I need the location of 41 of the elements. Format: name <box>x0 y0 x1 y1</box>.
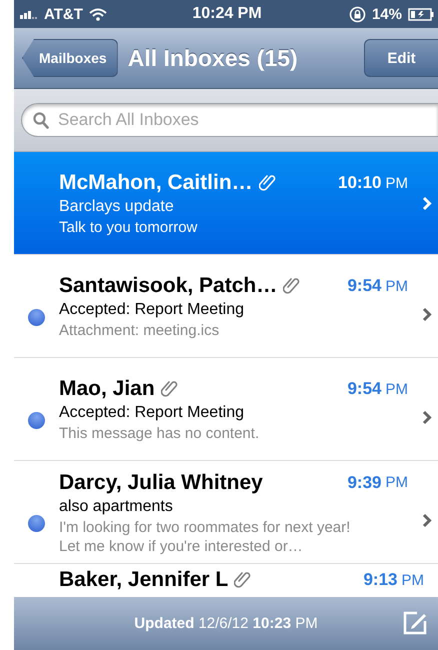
message-subject: Accepted: Report Meeting <box>59 404 245 422</box>
sender-name: Santawisook, Patch… <box>59 274 278 298</box>
search-field[interactable]: Search All Inboxes <box>21 103 438 137</box>
time-period: PM <box>386 174 408 192</box>
time-period: PM <box>402 572 424 588</box>
update-status: Updated 12/6/12 10:23 PM <box>134 615 318 632</box>
rotation-lock-icon <box>348 6 366 22</box>
sender-name: Darcy, Julia Whitney <box>59 470 263 494</box>
time-period: PM <box>386 474 408 491</box>
chevron-icon <box>422 306 432 322</box>
message-preview: Attachment: meeting.ics <box>59 321 220 340</box>
carrier-name: AT&T <box>44 6 83 22</box>
edit-button[interactable]: Edit <box>364 39 438 77</box>
signal-icon <box>20 9 38 19</box>
sender-name: McMahon, Caitlin… <box>59 171 253 195</box>
message-time: 9:54 <box>347 276 382 296</box>
message-preview: Talk to you tomorrow <box>59 218 198 237</box>
sender-name: Baker, Jennifer L <box>59 568 228 592</box>
wifi-icon <box>88 8 107 20</box>
chevron-icon <box>422 410 432 424</box>
back-button[interactable]: Mailboxes <box>22 39 118 77</box>
message-time: 9:54 <box>347 379 382 399</box>
battery-icon <box>408 8 434 20</box>
sender-name: Mao, Jian <box>59 377 155 401</box>
message-subject: Accepted: Report Meeting <box>59 301 245 319</box>
message-preview: I'm looking for two roommates for next year! Let me know if you're interested or… <box>59 518 352 556</box>
time-period: PM <box>386 278 408 294</box>
compose-icon[interactable] <box>402 610 428 636</box>
chevron-icon <box>422 196 432 210</box>
time-period: PM <box>386 380 408 398</box>
nav-title: All Inboxes (15) <box>128 44 298 72</box>
status-time: 10:24 PM <box>192 5 262 23</box>
message-subject: Barclays update <box>59 198 175 216</box>
battery-percent: 14% <box>372 6 402 22</box>
message-time: 9:39 <box>347 472 382 492</box>
message-preview: This message has no content. <box>59 424 260 443</box>
chevron-icon <box>422 512 432 528</box>
message-row[interactable]: McMahon, Caitlin… 10:10 PM Barclays update Talk to you tomorrow <box>14 152 438 255</box>
message-time: 10:10 <box>338 173 382 193</box>
message-subject: also apartments <box>59 498 174 516</box>
message-time: 9:13 <box>363 570 398 590</box>
